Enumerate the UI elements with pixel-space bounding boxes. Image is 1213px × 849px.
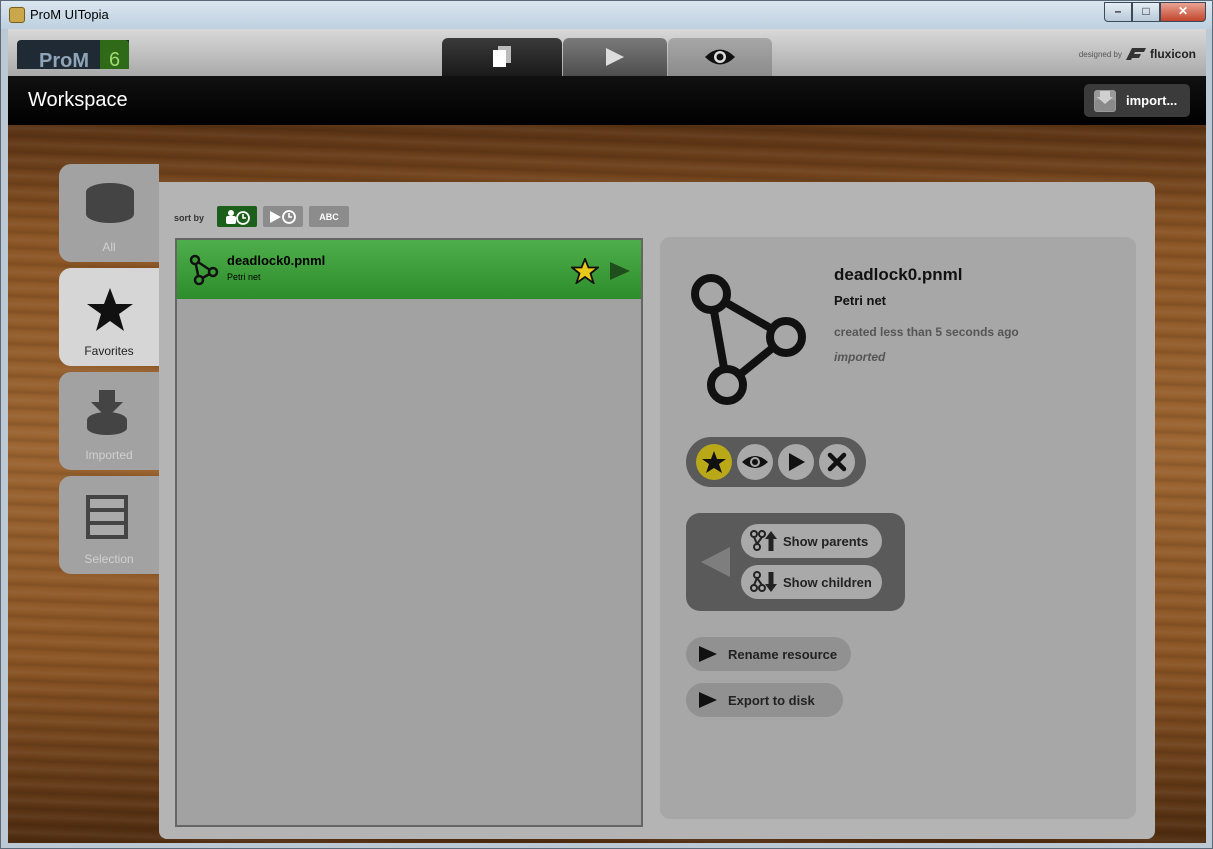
title-bar: ProM UITopia – □ ✕ — [1, 1, 1212, 29]
close-button[interactable]: ✕ — [1160, 2, 1206, 22]
app-window: ProM UITopia – □ ✕ ProM 6 designed by fl… — [0, 0, 1213, 849]
play-icon — [699, 692, 717, 708]
sidebar-item-favorites[interactable]: Favorites — [59, 268, 159, 366]
import-icon — [1094, 89, 1116, 112]
resource-detail: deadlock0.pnml Petri net created less th… — [660, 237, 1136, 819]
person-clock-icon — [226, 209, 250, 225]
list-item-type: Petri net — [227, 272, 261, 282]
favorite-button[interactable] — [696, 444, 732, 480]
list-item[interactable]: deadlock0.pnml Petri net — [177, 240, 641, 299]
top-bar: ProM 6 designed by fluxicon — [8, 29, 1206, 76]
star-icon — [87, 288, 133, 331]
play-icon — [699, 646, 717, 662]
resource-actions — [686, 437, 866, 487]
import-label: import... — [1126, 93, 1178, 108]
sidebar-item-label: All — [102, 240, 116, 254]
tab-workspace[interactable] — [442, 38, 562, 76]
run-button[interactable] — [778, 444, 814, 480]
sidebar-item-label: Selection — [84, 552, 134, 566]
documents-icon — [493, 46, 511, 67]
play-icon[interactable] — [609, 261, 631, 281]
selection-icon — [86, 495, 128, 539]
sidebar-item-selection[interactable]: Selection — [59, 476, 159, 574]
detail-created: created less than 5 seconds ago — [834, 325, 1019, 339]
show-parents-label: Show parents — [783, 533, 869, 549]
sort-label: sort by — [174, 213, 205, 223]
minimize-button[interactable]: – — [1104, 2, 1132, 22]
prom-logo: ProM 6 — [17, 40, 129, 69]
show-children-button[interactable]: Show children — [741, 565, 882, 599]
main-tabs — [442, 38, 773, 76]
star-icon — [702, 451, 726, 473]
relations-box: Show parents Show children — [686, 513, 905, 611]
favorite-star-icon[interactable] — [571, 258, 599, 284]
detail-title: deadlock0.pnml — [834, 265, 963, 284]
list-item-title: deadlock0.pnml — [227, 253, 326, 268]
database-icon — [86, 183, 134, 223]
sidebar-item-all[interactable]: All — [59, 164, 159, 262]
petri-net-icon — [189, 254, 219, 286]
fluxicon-logo-icon — [1125, 48, 1146, 60]
petri-net-large-icon — [691, 274, 806, 405]
rename-label: Rename resource — [728, 646, 838, 662]
sidebar-item-imported[interactable]: Imported — [59, 372, 159, 470]
import-icon — [87, 390, 127, 435]
sidebar-item-label: Imported — [85, 448, 133, 462]
close-icon — [827, 452, 847, 472]
import-button[interactable]: import... — [1084, 84, 1190, 117]
play-clock-icon — [270, 209, 296, 224]
detail-type: Petri net — [834, 293, 887, 308]
window-title: ProM UITopia — [30, 7, 109, 22]
parents-icon — [750, 530, 777, 551]
resource-list: deadlock0.pnml Petri net — [175, 238, 643, 827]
show-children-label: Show children — [783, 574, 872, 590]
workspace-background: All Favorites Imported Selection sort by — [8, 125, 1206, 843]
brand-version: 6 — [100, 40, 129, 69]
view-button[interactable] — [737, 444, 773, 480]
export-to-disk-button[interactable]: Export to disk — [686, 683, 843, 717]
eye-icon — [742, 456, 768, 468]
children-icon — [750, 571, 777, 592]
app-icon — [9, 7, 25, 23]
export-label: Export to disk — [728, 692, 815, 708]
delete-button[interactable] — [819, 444, 855, 480]
designed-by-label: designed by — [1078, 49, 1122, 59]
brand-name: ProM — [39, 50, 89, 69]
play-icon — [789, 453, 805, 471]
rename-resource-button[interactable]: Rename resource — [686, 637, 851, 671]
sort-by-creation-button[interactable] — [217, 206, 257, 227]
page-title: Workspace — [28, 89, 128, 111]
resource-panel: sort by ABC deadlock0.pnml Petri net dea… — [159, 182, 1155, 839]
eye-icon — [705, 49, 735, 65]
workspace-bar: Workspace import... — [8, 76, 1206, 125]
prom-app: ProM 6 designed by fluxicon Workspace im… — [8, 29, 1206, 843]
sort-by-last-used-button[interactable] — [263, 206, 303, 227]
tab-views[interactable] — [668, 38, 772, 76]
detail-origin: imported — [834, 350, 886, 364]
tab-actions[interactable] — [563, 38, 667, 76]
window-controls: – □ ✕ — [1104, 2, 1206, 22]
sidebar-item-label: Favorites — [84, 344, 134, 358]
play-icon — [606, 48, 624, 66]
sort-by-name-button[interactable]: ABC — [309, 206, 349, 227]
designed-by: designed by fluxicon — [1079, 47, 1196, 61]
maximize-button[interactable]: □ — [1132, 2, 1160, 22]
chevron-left-icon — [701, 547, 730, 577]
company-name: fluxicon — [1149, 47, 1196, 61]
show-parents-button[interactable]: Show parents — [741, 524, 882, 558]
